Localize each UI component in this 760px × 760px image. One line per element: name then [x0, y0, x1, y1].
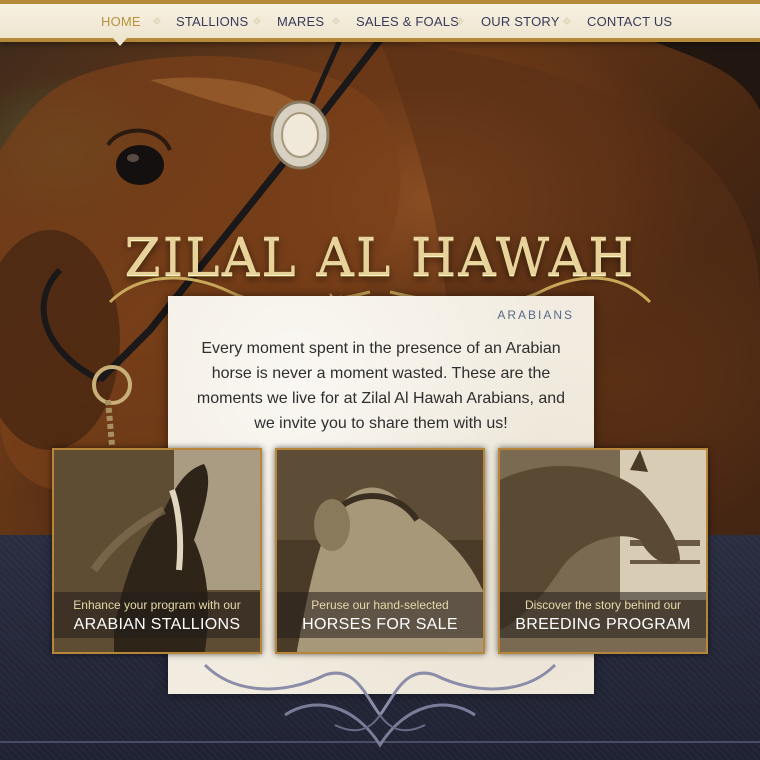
nav-separator-icon: ❖ [455, 15, 465, 28]
active-nav-pointer-icon [113, 38, 127, 46]
nav-item-mares[interactable]: MARES [277, 14, 324, 29]
nav-item-stallions[interactable]: STALLIONS [176, 14, 248, 29]
card-caption: Enhance your program with our ARABIAN ST… [54, 592, 260, 638]
card-caption: Peruse our hand-selected HORSES FOR SALE [277, 592, 483, 638]
card-heading: ARABIAN STALLIONS [73, 616, 241, 633]
card-breeding-program[interactable]: Discover the story behind our BREEDING P… [498, 448, 708, 654]
intro-text: Every moment spent in the presence of an… [196, 340, 566, 432]
card-arabian-stallions[interactable]: Enhance your program with our ARABIAN ST… [52, 448, 262, 654]
nav-separator-icon: ❖ [562, 15, 572, 28]
nav-separator-icon: ❖ [252, 15, 262, 28]
nav-item-our-story[interactable]: OUR STORY [481, 14, 560, 29]
nav-separator-icon: ❖ [331, 15, 341, 28]
nav-separator-icon: ❖ [152, 15, 162, 28]
card-heading: BREEDING PROGRAM [515, 616, 691, 633]
card-tagline: Discover the story behind our [524, 598, 682, 612]
main-nav: HOME STALLIONS MARES SALES & FOALS OUR S… [0, 0, 760, 42]
nav-item-home[interactable]: HOME [101, 14, 141, 29]
card-tagline: Enhance your program with our [73, 598, 241, 612]
nav-item-sales-foals[interactable]: SALES & FOALS [356, 14, 459, 29]
nav-item-contact-us[interactable]: CONTACT US [587, 14, 672, 29]
bottom-swirl-ornament-icon [203, 663, 557, 748]
nav-list: HOME STALLIONS MARES SALES & FOALS OUR S… [0, 4, 760, 38]
card-caption: Discover the story behind our BREEDING P… [500, 592, 706, 638]
brand-subtitle: ARABIANS [497, 308, 574, 322]
card-horses-for-sale[interactable]: Peruse our hand-selected HORSES FOR SALE [275, 448, 485, 654]
card-tagline: Peruse our hand-selected [311, 598, 449, 612]
card-heading: HORSES FOR SALE [302, 616, 458, 633]
